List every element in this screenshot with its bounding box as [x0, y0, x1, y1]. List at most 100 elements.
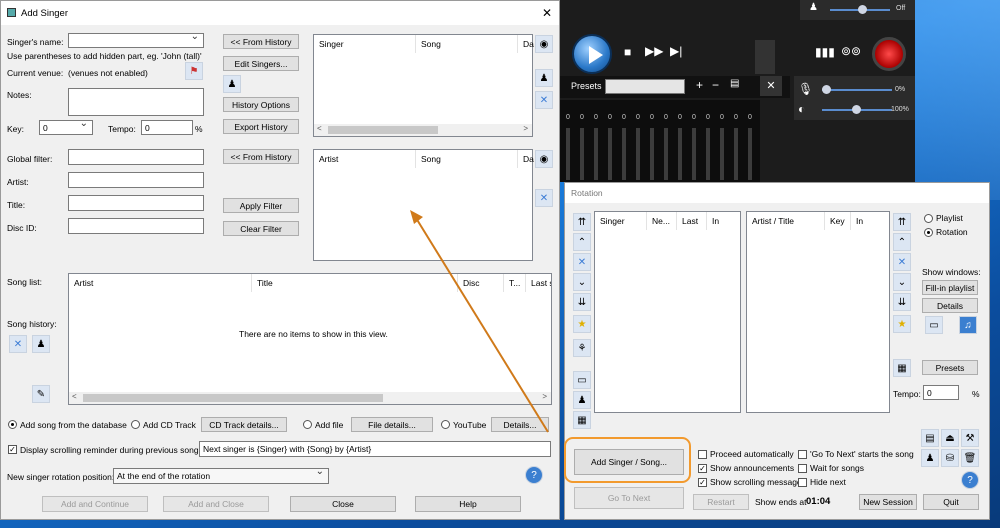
cassette-icon[interactable]: ⊚⊚ [841, 44, 861, 58]
eq-band-slider[interactable] [678, 128, 682, 180]
presets-button[interactable]: Presets [922, 360, 978, 375]
song-move-up-icon[interactable]: ⌃ [893, 233, 911, 251]
monitor-icon[interactable]: ▭ [925, 316, 943, 334]
presets-select[interactable] [605, 79, 685, 94]
scrolling-reminder-input[interactable]: Next singer is {Singer} with {Song} by {… [199, 441, 551, 457]
quit-button[interactable]: Quit [923, 494, 979, 510]
col-key[interactable]: Key [825, 212, 851, 230]
tools-icon[interactable]: ⚒ [961, 429, 979, 447]
save-icon[interactable]: ▤ [730, 78, 739, 89]
tempo-input[interactable]: 0 [141, 120, 193, 135]
new-session-button[interactable]: New Session [859, 494, 917, 510]
key-select[interactable]: 0 [39, 120, 93, 135]
cd-track-details-button[interactable]: CD Track details... [201, 417, 287, 432]
go-to-next-starts-checkbox[interactable] [798, 450, 807, 459]
col-next[interactable]: Ne... [647, 212, 677, 230]
col-in[interactable]: In [707, 212, 740, 230]
move-bottom-icon[interactable]: ⇊ [573, 293, 591, 311]
move-top-icon[interactable]: ⇈ [573, 213, 591, 231]
top-slider-knob[interactable] [858, 5, 867, 14]
people-icon[interactable]: ♟ [921, 449, 939, 467]
eq-band-slider[interactable] [692, 128, 696, 180]
music-slider-knob[interactable] [852, 105, 861, 114]
song-list-hscrollbar[interactable]: < > [69, 392, 551, 404]
col-last-sung[interactable]: Last s [526, 274, 551, 292]
stop-icon[interactable]: ■ [624, 45, 631, 59]
source-youtube-radio[interactable] [441, 420, 450, 429]
notes-input[interactable] [68, 88, 204, 116]
details-button[interactable]: Details [922, 298, 978, 313]
hide-next-checkbox[interactable] [798, 478, 807, 487]
eq-band-slider[interactable] [720, 128, 724, 180]
song-delete-icon[interactable]: ✕ [893, 253, 911, 271]
move-down-icon[interactable]: ⌄ [573, 273, 591, 291]
help-icon[interactable]: ? [525, 466, 543, 484]
eq-band-slider[interactable] [636, 128, 640, 180]
song-list[interactable]: Artist Title Disc T... Last s There are … [68, 273, 552, 405]
eye-icon-2[interactable]: ◉ [535, 150, 553, 168]
wait-for-songs-checkbox[interactable] [798, 464, 807, 473]
rotation-singer-list[interactable]: Singer Ne... Last In [594, 211, 741, 413]
filter-results-list[interactable]: Artist Song Dat [313, 149, 534, 261]
help-icon[interactable]: ? [961, 471, 979, 489]
eq-band-slider[interactable] [664, 128, 668, 180]
singer-icon[interactable]: ♟ [573, 391, 591, 409]
star-icon[interactable]: ★ [573, 315, 591, 333]
song-move-top-icon[interactable]: ⇈ [893, 213, 911, 231]
record-button[interactable] [872, 37, 906, 71]
minus-icon[interactable]: − [712, 78, 719, 92]
export-history-button[interactable]: Export History [223, 119, 299, 134]
col-artist[interactable]: Artist [314, 150, 416, 168]
link-icon[interactable]: ⚘ [573, 339, 591, 357]
singer-icon[interactable]: ♟ [535, 69, 553, 87]
file-details-button[interactable]: File details... [351, 417, 433, 432]
apply-filter-button[interactable]: Apply Filter [223, 198, 299, 213]
eq-band-slider[interactable] [622, 128, 626, 180]
close-button[interactable]: Close [290, 496, 396, 512]
plus-icon[interactable]: + [696, 78, 703, 92]
from-history-button-2[interactable]: << From History [223, 149, 299, 164]
fill-in-playlist-button[interactable]: Fill-in playlist [922, 280, 978, 295]
song-star-icon[interactable]: ★ [893, 315, 911, 333]
scrolling-reminder-checkbox[interactable]: ✓ [8, 445, 17, 454]
col-date[interactable]: Dat [518, 150, 534, 168]
eject-icon[interactable]: ⏏ [941, 429, 959, 447]
col-artist-title[interactable]: Artist / Title [747, 212, 825, 230]
calculator-icon[interactable]: ▦ [893, 359, 911, 377]
song-move-bottom-icon[interactable]: ⇊ [893, 293, 911, 311]
source-cd-radio[interactable] [131, 420, 140, 429]
delete-icon-2[interactable]: ✕ [535, 189, 553, 207]
col-title[interactable]: Title [252, 274, 458, 292]
add-and-close-button[interactable]: Add and Close [163, 496, 269, 512]
delete-icon[interactable]: ✕ [535, 91, 553, 109]
mic-slider-knob[interactable] [822, 85, 831, 94]
eq-band-slider[interactable] [594, 128, 598, 180]
col-disc[interactable]: Disc [458, 274, 504, 292]
rotation-position-select[interactable]: At the end of the rotation [113, 468, 329, 484]
help-button[interactable]: Help [415, 496, 521, 512]
eye-icon[interactable]: ◉ [535, 35, 553, 53]
col-song[interactable]: Song [416, 150, 518, 168]
add-user-icon[interactable]: ♟ [223, 75, 241, 93]
col-song[interactable]: Song [416, 35, 518, 53]
database-icon[interactable]: ⛁ [941, 449, 959, 467]
col-singer[interactable]: Singer [314, 35, 416, 53]
edit-singers-button[interactable]: Edit Singers... [223, 56, 299, 71]
playlist-radio[interactable] [924, 214, 933, 223]
edit-note-icon[interactable]: ✎ [32, 385, 50, 403]
show-announcements-checkbox[interactable]: ✓ [698, 464, 707, 473]
col-date[interactable]: Dat [518, 35, 534, 53]
col-last[interactable]: Last [677, 212, 707, 230]
speaker-icon[interactable]: ♫ [959, 316, 977, 334]
go-to-next-button[interactable]: Go To Next [574, 487, 684, 509]
col-singer[interactable]: Singer [595, 212, 647, 230]
col-time[interactable]: T... [504, 274, 526, 292]
window-close-button[interactable]: ✕ [542, 6, 552, 20]
source-database-radio[interactable] [8, 420, 17, 429]
restart-button[interactable]: Restart [693, 494, 749, 510]
skip-next-icon[interactable]: ▶| [670, 44, 682, 58]
eq-band-slider[interactable] [734, 128, 738, 180]
equalizer-icon[interactable]: ▮▮▮ [815, 45, 835, 59]
tempo-input[interactable]: 0 [923, 385, 959, 400]
from-history-button-1[interactable]: << From History [223, 34, 299, 49]
